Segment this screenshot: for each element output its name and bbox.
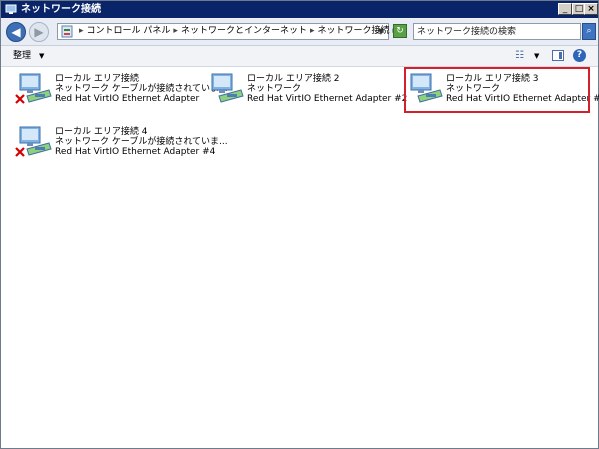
address-box[interactable]: ▸コントロール パネル▸ネットワークとインターネット▸ネットワーク接続▸ ▼: [57, 23, 397, 40]
network-connections-window: ネットワーク接続 _ □ × ◀ ▶ ▸ コントロール パネル ▸ ネットワークとイン…: [0, 0, 599, 449]
connection-device: Red Hat VirtIO Ethernet Adapter #4: [55, 147, 216, 157]
help-icon[interactable]: ?: [573, 49, 586, 62]
connection-item-2[interactable]: ローカル エリア接続 2 ネットワーク Red Hat VirtIO Ether…: [207, 70, 407, 114]
connection-item-3[interactable]: ローカル エリア接続 3 ネットワーク Red Hat VirtIO Ether…: [406, 70, 599, 114]
organize-menu-button[interactable]: 整理: [13, 49, 31, 63]
breadcrumb: ▸コントロール パネル▸ネットワークとインターネット▸ネットワーク接続▸: [79, 26, 397, 36]
window-title: ネットワーク接続: [21, 4, 101, 15]
connection-item-1[interactable]: ローカル エリア接続 ネットワーク ケーブルが接続されていま... Red Ha…: [15, 70, 228, 114]
network-adapter-icon: [410, 73, 443, 103]
views-dropdown-icon[interactable]: ▼: [534, 49, 539, 63]
connection-device: Red Hat VirtIO Ethernet Adapter #3: [446, 94, 599, 104]
connection-name: ローカル エリア接続 4: [55, 127, 148, 137]
breadcrumb-control-panel[interactable]: コントロール パネル: [87, 26, 171, 36]
connection-status: ネットワーク ケーブルが接続されていま...: [55, 84, 228, 94]
organize-dropdown-icon[interactable]: ▼: [39, 49, 44, 63]
search-box[interactable]: [413, 23, 581, 40]
forward-button[interactable]: ▶: [29, 22, 49, 42]
address-bar-area: ◀ ▶ ▸コントロール パネル▸ネットワークとインターネット▸ネットワーク接続▸…: [1, 19, 598, 46]
connection-status: ネットワーク: [247, 84, 302, 94]
connection-status: ネットワーク ケーブルが接続されていま...: [55, 137, 228, 147]
refresh-button[interactable]: ↻: [393, 24, 407, 38]
connection-item-4[interactable]: ローカル エリア接続 4 ネットワーク ケーブルが接続されていま... Red …: [15, 123, 228, 167]
search-input[interactable]: [417, 25, 557, 38]
connection-name: ローカル エリア接続: [55, 74, 139, 84]
title-bar[interactable]: ネットワーク接続 _ □ ×: [1, 1, 598, 18]
address-dropdown-icon[interactable]: ▼: [378, 25, 384, 38]
connection-device: Red Hat VirtIO Ethernet Adapter: [55, 94, 200, 104]
connection-name: ローカル エリア接続 3: [446, 74, 539, 84]
network-folder-icon: [5, 4, 17, 14]
connection-device: Red Hat VirtIO Ethernet Adapter #2: [247, 94, 408, 104]
connection-status: ネットワーク: [446, 84, 501, 94]
disconnected-error-icon: [15, 147, 25, 157]
minimize-button[interactable]: _: [558, 3, 572, 15]
close-button[interactable]: ×: [584, 3, 598, 15]
control-panel-icon: [61, 25, 73, 38]
breadcrumb-network-internet[interactable]: ネットワークとインターネット: [181, 26, 307, 36]
views-icon[interactable]: ☷: [515, 49, 529, 62]
connection-name: ローカル エリア接続 2: [247, 74, 340, 84]
preview-pane-icon[interactable]: [552, 50, 564, 61]
network-adapter-icon: [211, 73, 244, 103]
connections-list: ローカル エリア接続 ネットワーク ケーブルが接続されていま... Red Ha…: [1, 67, 599, 448]
search-icon[interactable]: ⌕: [582, 23, 596, 40]
disconnected-error-icon: [15, 94, 25, 104]
command-bar: 整理 ▼ ☷ ▼ ?: [1, 46, 598, 67]
back-button[interactable]: ◀: [6, 22, 26, 42]
